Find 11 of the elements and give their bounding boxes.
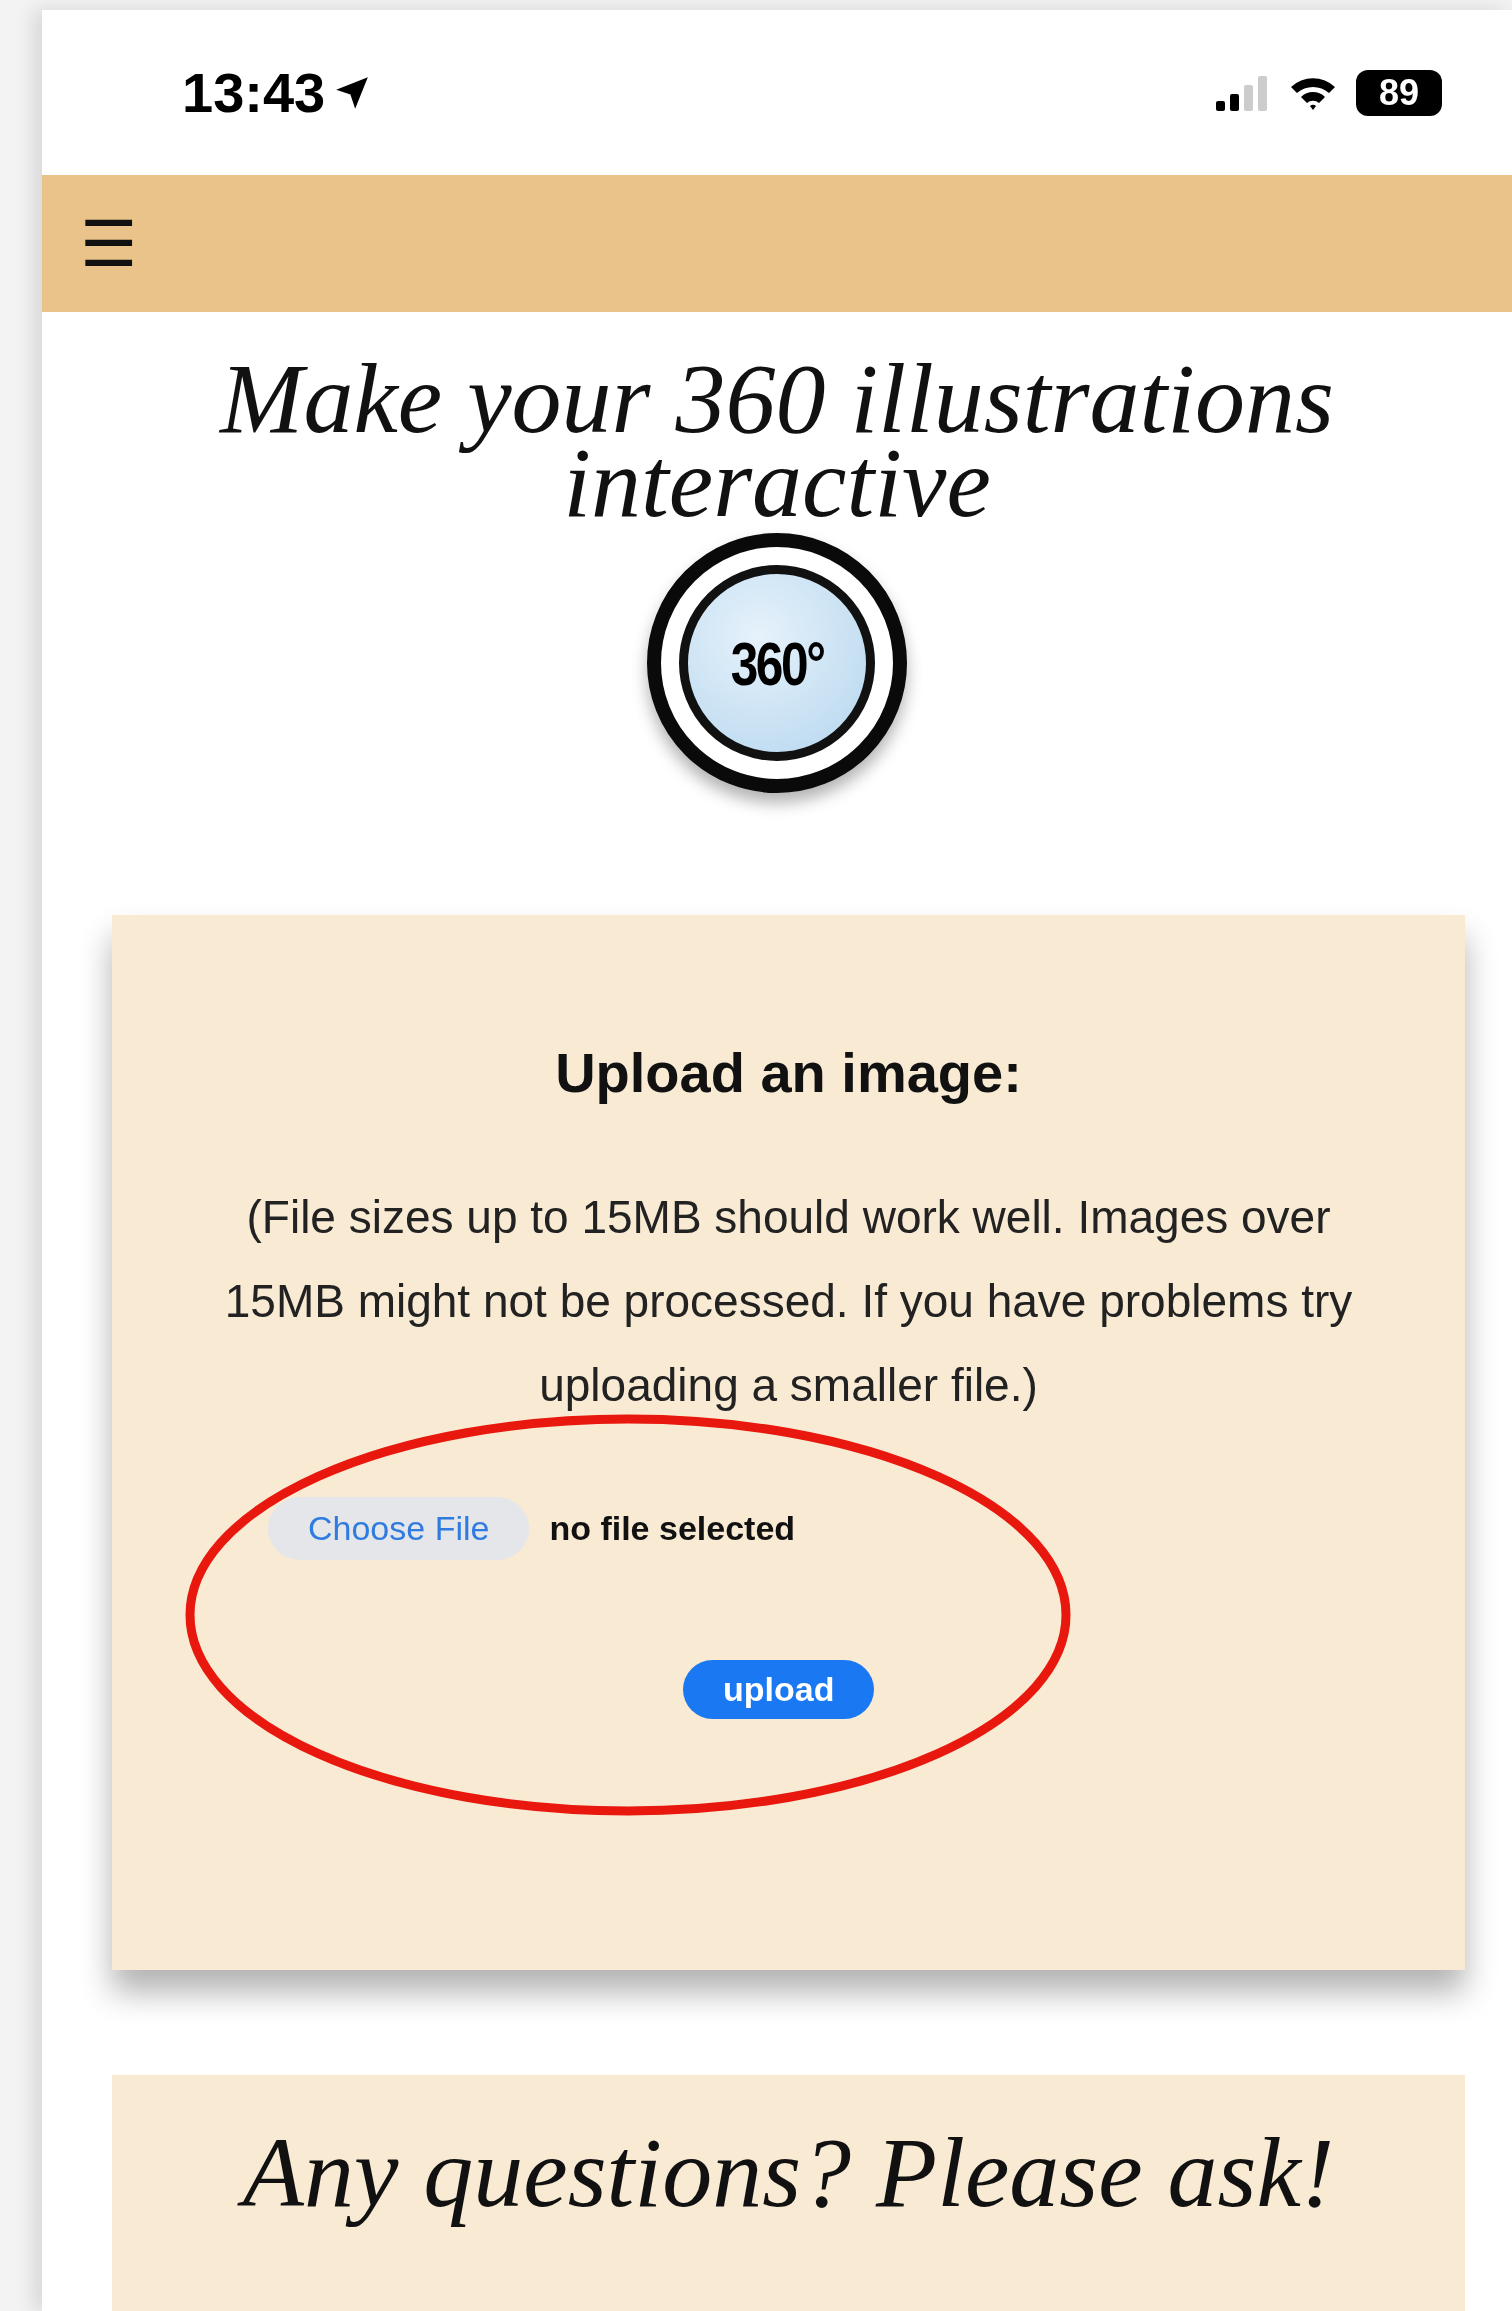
file-status: no file selected (549, 1509, 796, 1548)
questions-heading: Any questions? Please ask! (112, 2115, 1465, 2230)
menu-button[interactable]: ☰ (80, 211, 137, 276)
battery-icon: 89 (1356, 69, 1442, 116)
upload-heading: Upload an image: (554, 1040, 1023, 1105)
choose-file-button[interactable]: Choose File (268, 1497, 530, 1560)
upload-note: (File sizes up to 15MB should work well. Images over 15MB might not be processed. If you have problems try uploading a smaller file.) (223, 1190, 1354, 1413)
status-time: 13:43 (182, 60, 326, 125)
upload-button[interactable]: upload (683, 1660, 875, 1719)
360-badge-icon: 360° (647, 533, 907, 793)
page-title: Make your 360 illustrations interactive (218, 357, 1335, 525)
